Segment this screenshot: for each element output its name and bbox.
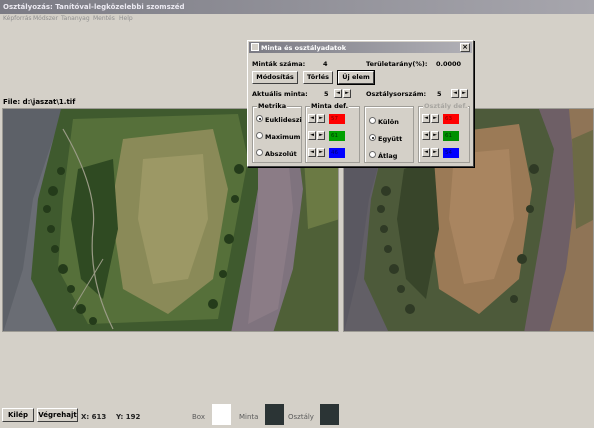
menu-modszer[interactable]: Módszer — [33, 15, 58, 22]
radio-together-label: Együtt — [378, 135, 403, 143]
sample-def-group-title: Minta def. — [310, 102, 350, 110]
radio-maximum[interactable] — [256, 132, 263, 139]
sample-def-red-value: 57 — [329, 114, 345, 124]
radio-euclidean[interactable] — [256, 115, 263, 122]
sample-count-label: Minták száma: — [252, 60, 306, 68]
class-def-blue-increase-button[interactable]: ► — [431, 148, 439, 157]
current-sample-next-button[interactable]: ► — [343, 89, 351, 98]
sample-def-blue-decrease-button[interactable]: ◄ — [308, 148, 316, 157]
sample-color-swatch — [265, 404, 284, 425]
radio-maximum-label: Maximum — [265, 133, 301, 141]
menu-kepforras[interactable]: Képforrás — [3, 15, 32, 22]
file-path-label: File: d:\jaszat\1.tif — [3, 98, 76, 106]
y-coordinate: Y: 192 — [116, 413, 141, 421]
box-color-swatch — [212, 404, 231, 425]
class-number-value: 5 — [437, 90, 442, 98]
class-def-blue-decrease-button[interactable]: ◄ — [422, 148, 430, 157]
sample-def-red-increase-button[interactable]: ► — [317, 114, 325, 123]
radio-average[interactable] — [369, 151, 376, 158]
class-def-green-value: 61 — [443, 131, 459, 141]
radio-euclidean-label: Euklideszi — [265, 116, 302, 124]
delete-button[interactable]: Törlés — [303, 71, 333, 84]
current-sample-value: 5 — [324, 90, 329, 98]
sample-class-dialog: Minta és osztályadatok × Minták száma: 4… — [247, 40, 474, 167]
class-def-red-increase-button[interactable]: ► — [431, 114, 439, 123]
class-number-label: Osztálysorszám: — [366, 90, 427, 98]
current-sample-prev-button[interactable]: ◄ — [334, 89, 342, 98]
run-button[interactable]: Végrehajt — [37, 408, 78, 422]
area-ratio-value: 0.0000 — [436, 60, 462, 68]
menu-mentes[interactable]: Mentés — [93, 15, 115, 22]
menu-bar: Képforrás Módszer Tananyag Mentés Help — [0, 14, 594, 24]
exit-button[interactable]: Kilép — [2, 408, 34, 422]
box-label: Box — [192, 413, 206, 421]
dialog-title: Minta és osztályadatok — [261, 44, 347, 52]
class-color-label: Osztály — [288, 413, 314, 421]
class-def-red-value: 63 — [443, 114, 459, 124]
modify-button[interactable]: Módosítás — [252, 71, 298, 84]
sample-def-red-decrease-button[interactable]: ◄ — [308, 114, 316, 123]
dialog-app-icon — [251, 43, 259, 51]
app-title-bar: Osztályozás: Tanítóval-legközelebbi szom… — [0, 0, 594, 14]
class-def-group-title: Osztály def. — [423, 102, 469, 110]
sample-def-green-value: 61 — [329, 131, 345, 141]
app-title: Osztályozás: Tanítóval-legközelebbi szom… — [3, 3, 185, 11]
radio-separate[interactable] — [369, 117, 376, 124]
dialog-title-bar[interactable]: Minta és osztályadatok × — [249, 42, 472, 53]
radio-together[interactable] — [369, 134, 376, 141]
current-sample-label: Aktuális minta: — [252, 90, 308, 98]
sample-def-green-decrease-button[interactable]: ◄ — [308, 131, 316, 140]
sample-def-blue-value: 46 — [329, 148, 345, 158]
sample-def-green-increase-button[interactable]: ► — [317, 131, 325, 140]
sample-color-label: Minta — [239, 413, 259, 421]
sample-def-blue-increase-button[interactable]: ► — [317, 148, 325, 157]
sample-count-value: 4 — [323, 60, 328, 68]
metric-group-title: Metrika — [257, 102, 288, 110]
new-item-button[interactable]: Új elem — [337, 70, 375, 85]
menu-tananyag[interactable]: Tananyag — [61, 15, 90, 22]
radio-absolute-label: Abszolút — [265, 150, 297, 158]
area-ratio-label: Területarány(%): — [366, 60, 428, 68]
close-button[interactable]: × — [460, 43, 470, 52]
class-def-green-decrease-button[interactable]: ◄ — [422, 131, 430, 140]
radio-absolute[interactable] — [256, 149, 263, 156]
radio-average-label: Átlag — [378, 152, 398, 160]
radio-separate-label: Külön — [378, 118, 399, 126]
class-def-blue-value: 54 — [443, 148, 459, 158]
x-coordinate: X: 613 — [81, 413, 107, 421]
menu-help[interactable]: Help — [119, 15, 133, 22]
class-color-swatch — [320, 404, 339, 425]
class-number-next-button[interactable]: ► — [460, 89, 468, 98]
class-number-prev-button[interactable]: ◄ — [451, 89, 459, 98]
class-def-green-increase-button[interactable]: ► — [431, 131, 439, 140]
class-def-red-decrease-button[interactable]: ◄ — [422, 114, 430, 123]
